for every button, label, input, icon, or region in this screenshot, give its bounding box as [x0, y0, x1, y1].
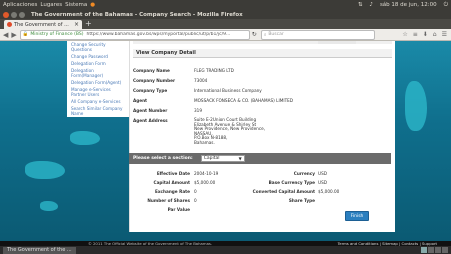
bookmarks-list-icon[interactable]: ≡ [413, 31, 418, 38]
workspace-switcher[interactable] [421, 247, 448, 253]
site-favicon-icon [7, 22, 12, 27]
back-icon[interactable]: ◀ [3, 31, 8, 39]
finish-button[interactable]: Finish [345, 211, 369, 221]
panel-title: View Company Detail [133, 49, 392, 58]
company-number-value: 73004 [194, 78, 208, 83]
exchange-rate-value: 0 [194, 189, 197, 194]
firefox-icon[interactable]: ● [90, 2, 95, 8]
company-name-value: FLEG TRADING LTD [194, 68, 234, 73]
system-menu-places[interactable]: Lugares [40, 2, 62, 8]
tab-label: The Government of ... [14, 21, 69, 28]
currency-value: USD [318, 171, 327, 176]
section-select-value: Capital [203, 156, 220, 161]
power-icon[interactable]: ⏻ [444, 2, 448, 9]
close-window-icon[interactable] [3, 11, 9, 18]
currency-label: Currency [293, 171, 315, 176]
nav-change-security-questions[interactable]: Change Security Questions [67, 41, 129, 53]
company-name-label: Company Name [133, 68, 170, 73]
search-bar[interactable]: ⌕ Buscar [260, 29, 375, 40]
effective-date-label: Effective Date [156, 171, 190, 176]
capital-amount-value: $5,000.00 [194, 180, 216, 185]
left-navigation: Change Security Questions Change Passwor… [67, 41, 129, 117]
base-currency-type-label: Base Currency Type [268, 180, 315, 185]
lock-icon[interactable]: 🔒 [23, 32, 29, 37]
nav-search-similar-company[interactable]: Search Similar Company Name [67, 105, 129, 117]
agent-value: MOSSACK FONSECA & CO. (BAHAMAS) LIMITED [194, 98, 293, 103]
agent-label: Agent [133, 98, 148, 103]
download-icon[interactable]: ⬇ [423, 31, 428, 38]
map-island [40, 201, 58, 211]
number-of-shares-label: Number of Shares [147, 198, 190, 203]
agent-address-label: Agent Address [133, 118, 168, 123]
tab-bahamas[interactable]: The Government of ... × [4, 20, 82, 29]
nav-delegation-form-agent[interactable]: Delegation Form(Agent) [67, 79, 129, 86]
map-island [70, 131, 100, 145]
nav-delegation-form-manager[interactable]: Delegation Form(Manager) [67, 67, 129, 79]
nav-delegation-form[interactable]: Delegation Form [67, 60, 129, 67]
network-icon[interactable]: ⇅ [358, 2, 363, 8]
tab-strip: The Government of ... × + [0, 19, 451, 29]
page-body: Change Security Questions Change Passwor… [0, 41, 451, 241]
nav-change-password[interactable]: Change Password [67, 53, 129, 60]
reload-icon[interactable]: ↻ [252, 31, 257, 38]
company-detail-panel: View Company Detail Company Name FLEG TR… [129, 41, 395, 232]
workspace-3[interactable] [435, 247, 441, 253]
number-of-shares-value: 0 [194, 198, 197, 203]
effective-date-value: 2004-10-19 [194, 171, 219, 176]
company-type-label: Company Type [133, 88, 168, 93]
forward-icon[interactable]: ▶ [11, 31, 16, 39]
system-menu-apps[interactable]: Aplicaciones [3, 2, 37, 8]
maximize-window-icon[interactable] [19, 11, 25, 18]
system-menu-system[interactable]: Sistema [65, 2, 87, 8]
agent-address-value: Suite E-2Union Court Building Elizabeth … [194, 117, 265, 146]
company-number-label: Company Number [133, 78, 176, 83]
taskbar-window-button[interactable]: The Government of the ... [3, 246, 76, 254]
share-type-label: Share Type [288, 198, 315, 203]
minimize-window-icon[interactable] [11, 11, 17, 18]
base-currency-type-value: USD [318, 180, 327, 185]
workspace-4[interactable] [442, 247, 448, 253]
capital-amount-label: Capital Amount [153, 180, 191, 185]
workspace-1[interactable] [421, 247, 427, 253]
search-placeholder: Buscar [268, 32, 284, 37]
section-select-label: Please select a section: [133, 156, 193, 161]
navigation-toolbar: ◀ ▶ 🔒 Ministry of Finance (BS) https://w… [0, 29, 451, 41]
nav-manage-partner-users[interactable]: Manage e-Services Partner Users [67, 86, 129, 98]
clock[interactable]: sáb 18 de jun, 12:00 [380, 2, 437, 8]
bookmark-star-icon[interactable]: ☆ [402, 31, 407, 38]
address-line: Bahamas. [194, 139, 215, 145]
nav-all-company-eservices[interactable]: All Company e-Services [67, 98, 129, 105]
search-icon: ⌕ [263, 32, 267, 38]
url-bar[interactable]: 🔒 Ministry of Finance (BS) https://www.b… [19, 29, 250, 40]
agent-number-label: Agent Number [133, 108, 168, 113]
menu-icon[interactable]: ☰ [442, 31, 447, 38]
taskbar-window-label: The Government of the ... [7, 247, 72, 253]
workspace-2[interactable] [428, 247, 434, 253]
section-select[interactable]: Capital ▼ [200, 155, 245, 162]
taskbar: The Government of the ... [0, 246, 451, 254]
chevron-down-icon: ▼ [238, 156, 242, 161]
window-titlebar: The Government of the Bahamas - Company … [0, 10, 451, 19]
url-text[interactable]: https://www.bahamas.gov.bs/wps/myportal/… [86, 32, 230, 37]
exchange-rate-label: Exchange Rate [154, 189, 190, 194]
par-value-label: Par Value [167, 207, 190, 212]
map-island [25, 161, 65, 179]
close-tab-icon[interactable]: × [74, 21, 79, 28]
agent-number-value: 319 [194, 108, 202, 113]
converted-capital-amount-label: Converted Capital Amount [252, 189, 315, 194]
window-title: The Government of the Bahamas - Company … [31, 11, 243, 18]
home-icon[interactable]: ⌂ [433, 31, 437, 38]
section-select-bar: Please select a section: Capital ▼ [129, 153, 391, 164]
volume-icon[interactable]: ♪ [369, 2, 373, 8]
map-island [405, 81, 427, 131]
site-identity[interactable]: Ministry of Finance (BS) [30, 32, 83, 37]
converted-capital-amount-value: $5,000.00 [318, 189, 340, 194]
panel-header-button[interactable] [318, 41, 356, 44]
new-tab-icon[interactable]: + [85, 20, 92, 28]
company-type-value: International Business Company [194, 88, 262, 93]
system-bar: Aplicaciones Lugares Sistema ● ⇅ ♪ sáb 1… [0, 0, 451, 10]
